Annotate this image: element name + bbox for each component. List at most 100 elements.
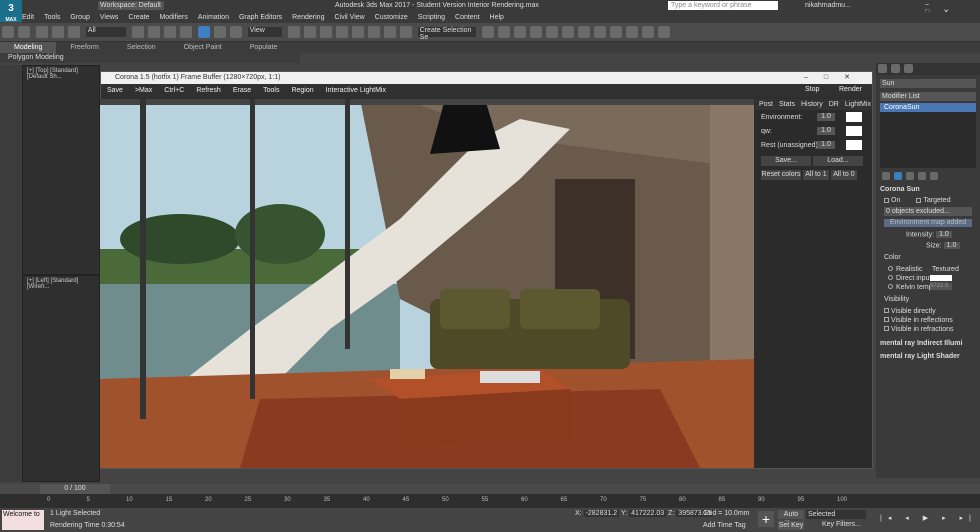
time-slider[interactable]: 0 / 100 xyxy=(0,484,980,494)
region-icon[interactable] xyxy=(163,26,176,38)
user-name[interactable]: nikahmadmu... xyxy=(805,2,851,9)
pin-stack-icon[interactable] xyxy=(882,172,890,180)
unlink-icon[interactable] xyxy=(51,26,64,38)
lightmix-row-value[interactable]: 1.0 xyxy=(817,113,835,121)
fb-tool-max[interactable]: >Max xyxy=(135,87,152,94)
align-icon[interactable] xyxy=(497,26,510,38)
workspace-dropdown[interactable]: Workspace: Default xyxy=(98,1,164,10)
save-preset-button[interactable]: Save... xyxy=(761,156,811,166)
menu-item-tools[interactable]: Tools xyxy=(44,14,60,21)
panel-tab-stats[interactable]: Stats xyxy=(779,101,795,108)
ribbon-tab-selection[interactable]: Selection xyxy=(113,42,170,53)
targeted-checkbox[interactable] xyxy=(916,197,922,203)
search-input[interactable]: Type a keyword or phrase xyxy=(668,1,778,10)
select-icon[interactable] xyxy=(131,26,144,38)
menu-item-customize[interactable]: Customize xyxy=(375,14,408,21)
visibility-checkbox[interactable] xyxy=(884,316,889,322)
panel-tab-lightmix[interactable]: LightMix xyxy=(845,101,871,108)
ribbon-tab-object-paint[interactable]: Object Paint xyxy=(170,42,236,53)
viewport-top[interactable]: [+] [Top] [Standard] [Default Sh... xyxy=(22,65,100,275)
modifier-stack-item[interactable]: CoronaSun xyxy=(880,103,976,112)
kelvin-value[interactable]: 5722.5 xyxy=(930,282,952,290)
unique-icon[interactable] xyxy=(906,172,914,180)
pivot-icon[interactable] xyxy=(287,26,300,38)
all-to-1-button[interactable]: All to 1 xyxy=(802,170,829,180)
set-key-icon[interactable]: + xyxy=(758,511,774,527)
visibility-checkbox[interactable] xyxy=(884,325,889,331)
reset-colors-button[interactable]: Reset colors xyxy=(761,170,801,180)
ribbon-tab-modeling[interactable]: Modeling xyxy=(0,42,57,53)
menu-item-views[interactable]: Views xyxy=(100,14,119,21)
time-slider-thumb[interactable]: 0 / 100 xyxy=(40,484,110,494)
rotate-icon[interactable] xyxy=(213,26,226,38)
menu-item-animation[interactable]: Animation xyxy=(198,14,229,21)
fb-tool-region[interactable]: Region xyxy=(291,87,313,94)
link-icon[interactable] xyxy=(35,26,48,38)
load-preset-button[interactable]: Load... xyxy=(812,156,863,166)
color-radio[interactable] xyxy=(888,283,893,289)
window-crossing-icon[interactable] xyxy=(179,26,192,38)
viewport-top-label[interactable]: [+] [Top] [Standard] [Default Sh... xyxy=(23,66,99,82)
track-bar[interactable]: 0 5 10 15 20 25 30 35 40 45 50 55 60 65 70 75 80 85 90 95 10… xyxy=(0,494,980,508)
menu-item-group[interactable]: Group xyxy=(70,14,89,21)
ribbon-tab-freeform[interactable]: Freeform xyxy=(56,42,112,53)
mr-indirect-rollout[interactable]: mental ray Indirect Illumi xyxy=(880,340,976,347)
percent-snap-icon[interactable] xyxy=(367,26,380,38)
lightmix-row-value[interactable]: 1.0 xyxy=(817,141,835,149)
lightmix-row-color[interactable] xyxy=(846,112,862,122)
key-filters-button[interactable]: Key Filters... xyxy=(822,521,861,528)
keyboard-icon[interactable] xyxy=(319,26,332,38)
color-radio[interactable] xyxy=(888,274,893,280)
visibility-checkbox[interactable] xyxy=(884,307,889,313)
playback-controls[interactable]: |◂ ◂ ▶ ▸ ▸| xyxy=(880,514,977,522)
move-icon[interactable] xyxy=(197,26,210,38)
show-end-icon[interactable] xyxy=(894,172,902,180)
undo-icon[interactable] xyxy=(2,26,14,38)
fb-tool-tools[interactable]: Tools xyxy=(263,87,279,94)
panel-tab-dr[interactable]: DR xyxy=(829,101,839,108)
on-checkbox[interactable] xyxy=(884,197,889,203)
lightmix-row-color[interactable] xyxy=(846,140,862,150)
render-icon[interactable] xyxy=(641,26,654,38)
key-selected-dropdown[interactable]: Selected xyxy=(806,510,866,519)
viewport-left-label[interactable]: [+] [Left] [Standard] [Wirefr... xyxy=(23,276,99,292)
redo-icon[interactable] xyxy=(18,26,30,38)
modifier-list-dropdown[interactable]: Modifier List xyxy=(880,92,976,101)
size-spinner[interactable]: 1.0 xyxy=(943,242,960,250)
fb-tool-ctrlc[interactable]: Ctrl+C xyxy=(164,87,184,94)
remove-modifier-icon[interactable] xyxy=(918,172,926,180)
menu-item-modifiers[interactable]: Modifiers xyxy=(159,14,187,21)
spinner-snap-icon[interactable] xyxy=(383,26,396,38)
object-name-field[interactable]: Sun xyxy=(880,79,976,88)
select-name-icon[interactable] xyxy=(147,26,160,38)
coord-dropdown[interactable]: View xyxy=(247,27,282,37)
scale-icon[interactable] xyxy=(229,26,242,38)
fb-tool-save[interactable]: Save xyxy=(107,87,123,94)
menu-item-graph-editors[interactable]: Graph Editors xyxy=(239,14,282,21)
menu-item-help[interactable]: Help xyxy=(490,14,504,21)
stop-button[interactable]: Stop xyxy=(805,86,819,93)
maxscript-listener[interactable]: Welcome to xyxy=(2,510,44,530)
layer-icon[interactable] xyxy=(513,26,526,38)
bind-icon[interactable] xyxy=(67,26,80,38)
edit-named-icon[interactable] xyxy=(399,26,412,38)
viewport-left[interactable]: [+] [Left] [Standard] [Wirefr... xyxy=(22,275,100,482)
exclude-button[interactable]: 0 objects excluded... xyxy=(884,207,972,216)
configure-icon[interactable] xyxy=(930,172,938,180)
mr-shader-rollout[interactable]: mental ray Light Shader xyxy=(880,353,976,360)
panel-tab-history[interactable]: History xyxy=(801,101,823,108)
auto-key-button[interactable]: Auto Key xyxy=(778,510,804,527)
x-coord[interactable]: -282831.2 xyxy=(583,510,620,517)
lightmix-row-value[interactable]: 1.0 xyxy=(817,127,835,135)
menu-item-scripting[interactable]: Scripting xyxy=(418,14,445,21)
ribbon-tab-populate[interactable]: Populate xyxy=(236,42,292,53)
menu-item-content[interactable]: Content xyxy=(455,14,480,21)
selection-filter[interactable]: All xyxy=(85,27,126,37)
fb-tool-erase[interactable]: Erase xyxy=(233,87,251,94)
scene-explorer-icon[interactable] xyxy=(529,26,542,38)
all-to-0-button[interactable]: All to 0 xyxy=(830,170,857,180)
menu-item-create[interactable]: Create xyxy=(128,14,149,21)
y-coord[interactable]: 417222.03 xyxy=(629,510,667,517)
schematic-icon[interactable] xyxy=(577,26,590,38)
snap-icon[interactable] xyxy=(335,26,348,38)
